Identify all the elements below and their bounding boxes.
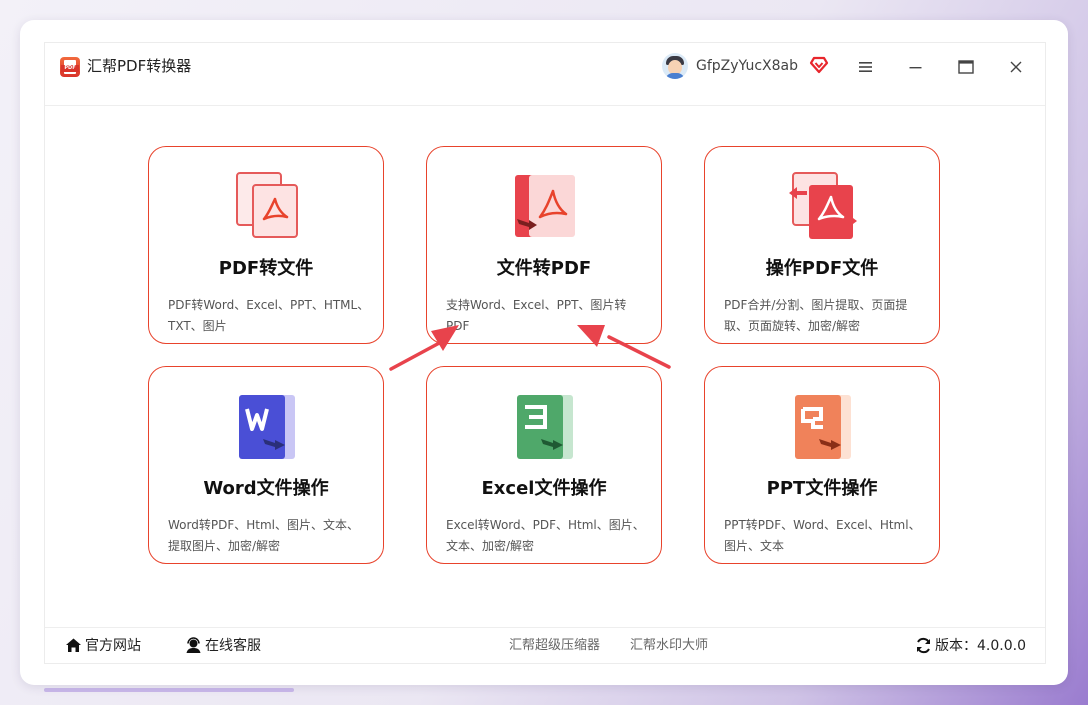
- word-operations-card[interactable]: Word文件操作 Word转PDF、Html、图片、文本、提取图片、加密/解密: [148, 366, 384, 564]
- close-button[interactable]: [1001, 53, 1031, 81]
- home-icon: [66, 638, 81, 652]
- operate-pdf-card[interactable]: 操作PDF文件 PDF合并/分割、图片提取、页面提取、页面旋转、加密/解密: [704, 146, 940, 344]
- file-to-pdf-card[interactable]: 文件转PDF 支持Word、Excel、PPT、图片转PDF: [426, 146, 662, 344]
- card-description: PPT转PDF、Word、Excel、Html、图片、文本: [724, 518, 921, 553]
- compressor-link[interactable]: 汇帮超级压缩器: [509, 636, 600, 656]
- avatar-body: [665, 73, 685, 79]
- card-title: 文件转PDF: [496, 258, 592, 279]
- file-to-pdf-icon: [515, 175, 575, 237]
- card-description: Excel转Word、PDF、Html、图片、文本、加密/解密: [446, 518, 645, 553]
- vip-diamond-icon[interactable]: [809, 56, 829, 74]
- username[interactable]: GfpZyYucX8ab: [696, 55, 798, 77]
- app-title: 汇帮PDF转换器: [87, 57, 192, 75]
- app-content: PDF 汇帮PDF转换器 GfpZyYucX8ab PDF转文件 PDF转Wor…: [44, 42, 1046, 664]
- maximize-icon: [958, 60, 974, 74]
- word-icon: [239, 395, 295, 459]
- operate-pdf-icon: [789, 172, 857, 239]
- minimize-icon: [909, 67, 922, 69]
- card-description: PDF合并/分割、图片提取、页面提取、页面旋转、加密/解密: [724, 298, 908, 333]
- title-bar: PDF 汇帮PDF转换器 GfpZyYucX8ab: [45, 43, 1045, 106]
- official-site-label: 官方网站: [85, 638, 141, 654]
- card-title: PPT文件操作: [766, 478, 878, 499]
- online-service-label: 在线客服: [205, 638, 261, 654]
- footer-bar: 官方网站 在线客服 汇帮超级压缩器 汇帮水印大师 版本：4.0.0.0: [45, 627, 1045, 664]
- user-avatar[interactable]: [662, 53, 688, 79]
- card-title: Word文件操作: [203, 478, 329, 499]
- background-decoration: [44, 688, 294, 692]
- close-icon: [1010, 61, 1022, 73]
- card-description: Word转PDF、Html、图片、文本、提取图片、加密/解密: [168, 518, 359, 553]
- card-title: PDF转文件: [218, 258, 314, 279]
- pdf-to-file-icon: [236, 172, 298, 238]
- card-description: PDF转Word、Excel、PPT、HTML、TXT、图片: [168, 298, 370, 333]
- app-logo-icon: PDF: [60, 57, 80, 77]
- watermark-link[interactable]: 汇帮水印大师: [630, 636, 708, 656]
- app-window: PDF 汇帮PDF转换器 GfpZyYucX8ab PDF转文件 PDF转Wor…: [20, 20, 1068, 685]
- menu-button[interactable]: [851, 53, 881, 81]
- excel-icon: [517, 395, 573, 459]
- minimize-button[interactable]: [901, 53, 931, 81]
- annotation-arrows: [389, 325, 671, 371]
- ppt-icon: [795, 395, 851, 459]
- card-description: 支持Word、Excel、PPT、图片转PDF: [446, 298, 627, 333]
- card-title: Excel文件操作: [481, 478, 607, 499]
- app-logo-text: PDF: [61, 65, 79, 72]
- maximize-button[interactable]: [951, 53, 981, 81]
- pdf-to-file-card[interactable]: PDF转文件 PDF转Word、Excel、PPT、HTML、TXT、图片: [148, 146, 384, 344]
- hamburger-icon: [859, 62, 872, 72]
- customer-service-icon: [186, 637, 201, 653]
- card-title: 操作PDF文件: [765, 258, 879, 279]
- version-label: 版本：4.0.0.0: [935, 638, 1026, 654]
- excel-operations-card[interactable]: Excel文件操作 Excel转Word、PDF、Html、图片、文本、加密/解…: [426, 366, 662, 564]
- refresh-icon: [917, 637, 930, 654]
- ppt-operations-card[interactable]: PPT文件操作 PPT转PDF、Word、Excel、Html、图片、文本: [704, 366, 940, 564]
